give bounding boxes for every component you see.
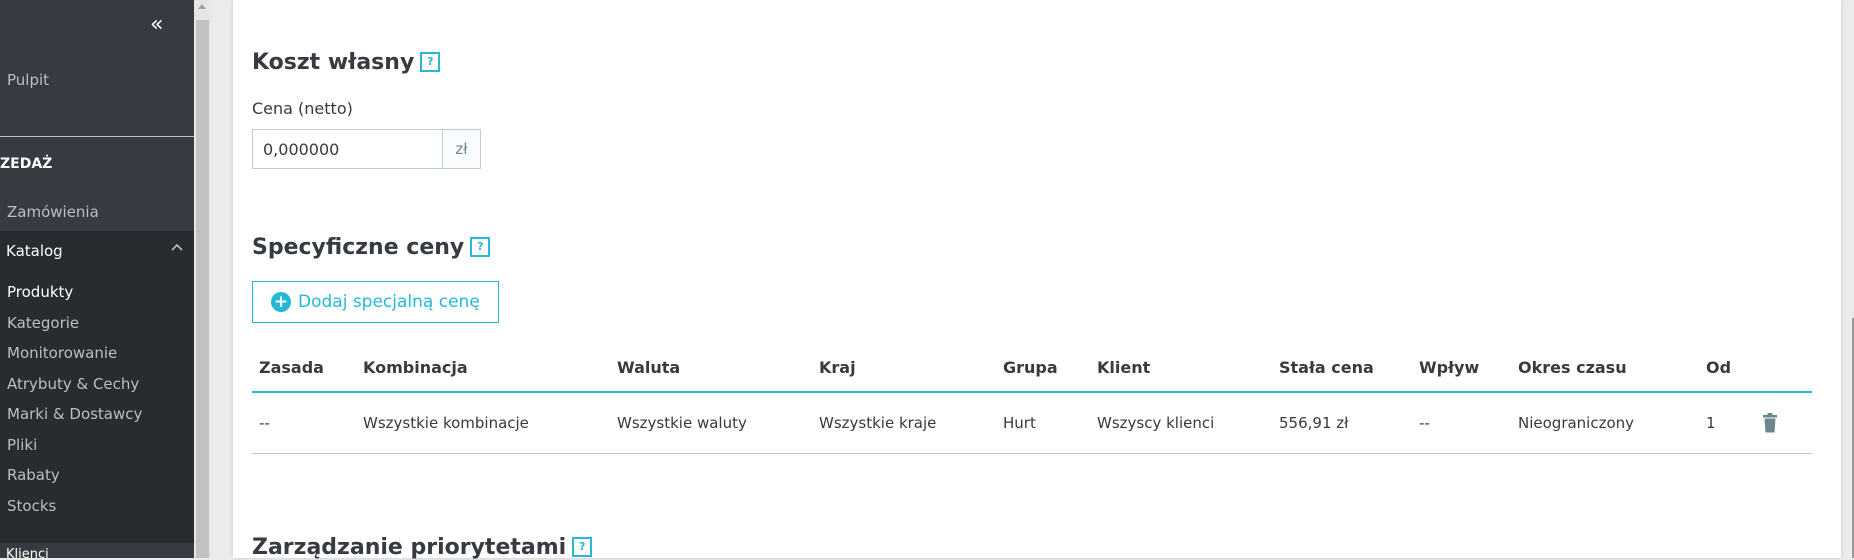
sidebar-subitem-attributes[interactable]: Atrybuty & Cechy (7, 375, 139, 393)
column-header-currency[interactable]: Waluta (610, 343, 812, 393)
column-header-customer[interactable]: Klient (1090, 343, 1272, 393)
add-specific-price-label: Dodaj specjalną cenę (298, 292, 480, 312)
column-header-rule[interactable]: Zasada (252, 343, 356, 393)
sidebar-submenu-catalog: Produkty Kategorie Monitorowanie Atrybut… (0, 273, 194, 543)
sidebar-subitem-categories[interactable]: Kategorie (7, 314, 79, 332)
sidebar: « Pulpit ZEDAŻ Zamówienia Katalog Produk… (0, 0, 194, 558)
help-icon[interactable]: ? (572, 537, 593, 557)
column-header-country[interactable]: Kraj (812, 343, 996, 393)
sidebar-item-customers-label: Klienci (6, 547, 49, 558)
sidebar-subitem-brands[interactable]: Marki & Dostawcy (7, 405, 142, 423)
priority-management-title: Zarządzanie priorytetami? (252, 535, 593, 560)
currency-addon: zł (442, 129, 481, 169)
column-header-combination[interactable]: Kombinacja (356, 343, 610, 393)
plus-circle-icon: + (271, 292, 291, 312)
column-header-actions (1755, 343, 1812, 393)
column-header-from[interactable]: Od (1699, 343, 1755, 393)
add-specific-price-button[interactable]: + Dodaj specjalną cenę (252, 281, 499, 323)
cell-combination: Wszystkie kombinacje (356, 392, 610, 454)
sidebar-item-catalog[interactable]: Katalog (0, 231, 194, 273)
cell-currency: Wszystkie waluty (610, 392, 812, 454)
specific-prices-title: Specyficzne ceny? (252, 235, 491, 260)
price-input-group: zł (252, 129, 481, 169)
scroll-up-arrow-icon[interactable] (198, 4, 206, 9)
cell-country: Wszystkie kraje (812, 392, 996, 454)
price-net-label: Cena (netto) (252, 99, 353, 118)
trash-icon[interactable] (1762, 413, 1778, 433)
pricing-card: Koszt własny? Cena (netto) zł Specyficzn… (233, 0, 1841, 560)
cell-period: Nieograniczony (1511, 392, 1699, 454)
priority-title-text: Zarządzanie priorytetami (252, 535, 567, 560)
chevron-up-icon (170, 241, 184, 259)
sidebar-top (0, 0, 194, 137)
cost-section-title: Koszt własny? (252, 50, 441, 75)
table-row: -- Wszystkie kombinacje Wszystkie waluty… (252, 392, 1812, 454)
sidebar-subitem-products[interactable]: Produkty (7, 283, 73, 301)
cost-price-input[interactable] (252, 129, 442, 169)
column-header-group[interactable]: Grupa (996, 343, 1090, 393)
cell-fixed-price: 556,91 zł (1272, 392, 1412, 454)
cell-impact: -- (1412, 392, 1511, 454)
sidebar-item-customers[interactable]: Klienci (0, 543, 194, 558)
scrollbar-thumb[interactable] (196, 20, 209, 558)
column-header-period[interactable]: Okres czasu (1511, 343, 1699, 393)
sidebar-subitem-stocks[interactable]: Stocks (7, 497, 56, 515)
sidebar-item-dashboard[interactable]: Pulpit (7, 71, 49, 89)
sidebar-subitem-monitoring[interactable]: Monitorowanie (7, 344, 117, 362)
cell-group: Hurt (996, 392, 1090, 454)
specific-prices-title-text: Specyficzne ceny (252, 235, 465, 260)
column-header-impact[interactable]: Wpływ (1412, 343, 1511, 393)
cost-title-text: Koszt własny (252, 50, 415, 75)
cell-from: 1 (1699, 392, 1755, 454)
specific-prices-table: Zasada Kombinacja Waluta Kraj Grupa Klie… (252, 343, 1812, 454)
collapse-sidebar-icon[interactable]: « (150, 14, 163, 36)
sidebar-subitem-files[interactable]: Pliki (7, 436, 37, 454)
cell-rule: -- (252, 392, 356, 454)
scrollbar[interactable] (194, 0, 211, 558)
cell-customer: Wszyscy klienci (1090, 392, 1272, 454)
help-icon[interactable]: ? (470, 237, 491, 257)
help-icon[interactable]: ? (420, 52, 441, 72)
table-header-row: Zasada Kombinacja Waluta Kraj Grupa Klie… (252, 343, 1812, 393)
column-header-fixed-price[interactable]: Stała cena (1272, 343, 1412, 393)
sidebar-item-orders[interactable]: Zamówienia (7, 203, 99, 221)
sidebar-section-sales: ZEDAŻ (0, 156, 53, 172)
sidebar-item-catalog-label: Katalog (6, 242, 63, 260)
sidebar-subitem-discounts[interactable]: Rabaty (7, 466, 60, 484)
cell-actions (1755, 392, 1812, 454)
